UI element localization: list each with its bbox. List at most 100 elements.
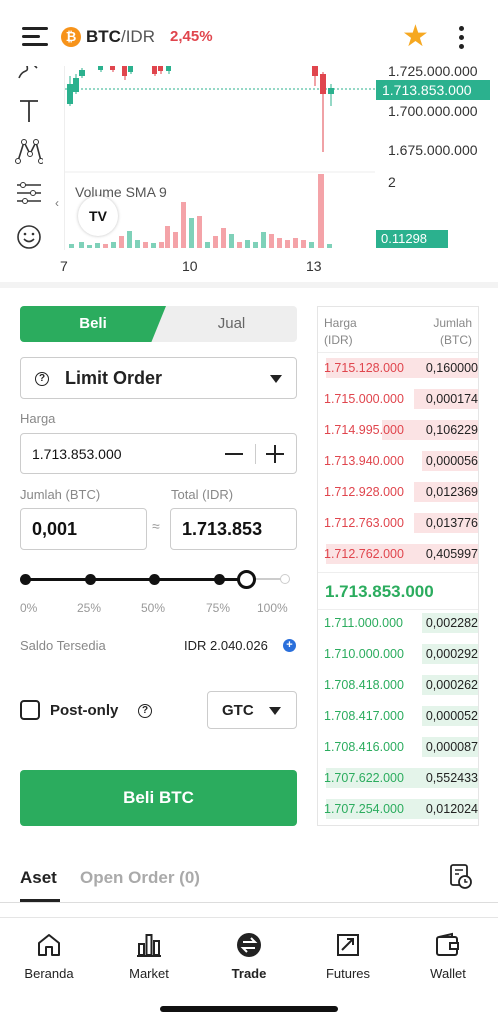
pattern-icon[interactable] <box>8 138 50 172</box>
tab-assets[interactable]: Aset <box>20 868 57 888</box>
slider-stop-25[interactable] <box>85 574 96 585</box>
ask-row[interactable]: 1.714.995.000 0,106229 <box>318 420 478 440</box>
nav-trade[interactable]: Trade <box>209 932 289 981</box>
ask-row[interactable]: 1.712.762.000 0,405997 <box>318 544 478 564</box>
ask-price: 1.715.000.000 <box>324 392 404 406</box>
bid-price: 1.707.622.000 <box>324 771 404 785</box>
nav-label: Beranda <box>24 966 74 981</box>
order-type-value: Limit Order <box>65 368 163 388</box>
slider-stop-75[interactable] <box>214 574 225 585</box>
amount-value: 0,001 <box>32 519 78 539</box>
brush-icon[interactable] <box>8 66 50 92</box>
bid-amount: 0,012024 <box>425 802 478 816</box>
tab-buy[interactable]: Beli <box>20 306 166 342</box>
add-funds-icon[interactable]: + <box>283 639 296 652</box>
order-history-icon[interactable] <box>450 864 472 890</box>
nav-market[interactable]: Market <box>109 932 189 981</box>
tabs-divider <box>0 902 498 903</box>
ask-row[interactable]: 1.712.928.000 0,012369 <box>318 482 478 502</box>
nav-beranda[interactable]: Beranda <box>9 932 89 981</box>
bid-amount: 0,000292 <box>425 647 478 661</box>
collapse-toolbar-icon[interactable]: ‹ <box>55 196 59 210</box>
ask-amount: 0,160000 <box>425 361 478 375</box>
ask-amount: 0,000056 <box>425 454 478 468</box>
nav-label: Wallet <box>430 966 466 981</box>
plus-icon-stem[interactable] <box>274 445 276 463</box>
price-label: Harga <box>20 411 56 426</box>
order-book-header: Harga (IDR) Jumlah (BTC) <box>318 307 478 353</box>
nav-wallet[interactable]: Wallet <box>408 932 488 981</box>
ob-amount-header-unit: (BTC) <box>440 333 472 347</box>
indicator-settings-icon[interactable] <box>8 180 50 214</box>
ask-row[interactable]: 1.712.763.000 0,013776 <box>318 513 478 533</box>
star-icon[interactable]: ★ <box>402 22 429 52</box>
pct-label-25: 25% <box>77 601 102 615</box>
nav-label: Trade <box>231 966 267 981</box>
bid-row[interactable]: 1.711.000.000 0,002282 <box>318 613 478 633</box>
ob-mid-price[interactable]: 1.713.853.000 <box>318 572 478 610</box>
nav-futures[interactable]: Futures <box>308 932 388 981</box>
x-label-2: 10 <box>182 258 198 274</box>
price-label-2: 1.700.000.000 <box>388 103 478 119</box>
ask-row[interactable]: 1.715.000.000 0,000174 <box>318 389 478 409</box>
price-input[interactable]: 1.713.853.000 <box>20 433 297 474</box>
x-label-1: 7 <box>60 258 68 274</box>
bid-row[interactable]: 1.708.416.000 0,000087 <box>318 737 478 757</box>
amount-label: Jumlah (BTC) <box>20 487 101 502</box>
slider-thumb[interactable] <box>237 570 256 589</box>
wallet-icon <box>436 932 459 956</box>
ask-row[interactable]: 1.713.940.000 0,000056 <box>318 451 478 471</box>
home-indicator <box>160 1006 338 1012</box>
minus-icon[interactable] <box>225 453 243 455</box>
tab-sell[interactable]: Jual <box>166 306 297 342</box>
bid-price: 1.708.416.000 <box>324 740 404 754</box>
nav-label: Market <box>129 966 169 981</box>
time-in-force-select[interactable]: GTC <box>207 691 297 729</box>
price-chart[interactable]: ‹ Volume SMA 9 TV 1.725.000.000 1.713.85… <box>0 66 498 280</box>
bid-row[interactable]: 1.708.418.000 0,000262 <box>318 675 478 695</box>
bid-price: 1.710.000.000 <box>324 647 404 661</box>
amount-input[interactable]: 0,001 <box>20 508 147 550</box>
more-vertical-icon[interactable] <box>452 24 472 50</box>
app-header: ₿ BTC/IDR 2,45% ★ <box>0 0 498 72</box>
bid-amount: 0,000052 <box>425 709 478 723</box>
price-value: 1.713.853.000 <box>32 446 122 462</box>
candles <box>67 66 334 152</box>
help-icon[interactable]: ? <box>35 372 49 386</box>
post-only-checkbox[interactable] <box>20 700 40 720</box>
tradingview-logo[interactable]: TV <box>78 196 118 236</box>
bid-row[interactable]: 1.708.417.000 0,000052 <box>318 706 478 726</box>
pct-label-50: 50% <box>141 601 166 615</box>
ob-amount-header: Jumlah (BTC) <box>433 315 472 349</box>
buy-button[interactable]: Beli BTC <box>20 770 297 826</box>
ask-amount: 0,013776 <box>425 516 478 530</box>
help-icon[interactable]: ? <box>138 704 152 718</box>
tab-open-orders[interactable]: Open Order (0) <box>80 868 200 888</box>
bid-price: 1.708.417.000 <box>324 709 404 723</box>
total-label: Total (IDR) <box>171 487 234 502</box>
x-label-3: 13 <box>306 258 322 274</box>
ask-row[interactable]: 1.715.128.000 0,160000 <box>318 358 478 378</box>
pct-label-75: 75% <box>206 601 231 615</box>
bid-price: 1.707.254.000 <box>324 802 404 816</box>
pair-quote: IDR <box>125 27 155 46</box>
bid-price: 1.708.418.000 <box>324 678 404 692</box>
menu-icon[interactable] <box>22 26 48 48</box>
bid-row[interactable]: 1.707.254.000 0,012024 <box>318 799 478 819</box>
bid-amount: 0,000262 <box>425 678 478 692</box>
trading-pair-selector[interactable]: BTC/IDR <box>86 27 155 47</box>
post-only-label[interactable]: Post-only <box>50 702 118 719</box>
slider-stop-50[interactable] <box>149 574 160 585</box>
slider-stop-100[interactable] <box>280 574 290 584</box>
emoji-icon[interactable] <box>8 224 50 258</box>
total-input[interactable]: 1.713.853 <box>170 508 297 550</box>
ask-price: 1.712.928.000 <box>324 485 404 499</box>
text-icon[interactable] <box>8 98 50 132</box>
time-in-force-value: GTC <box>222 702 254 719</box>
price-label-1: 1.725.000.000 <box>388 66 478 79</box>
slider-stop-0[interactable] <box>20 574 31 585</box>
trade-icon <box>237 933 261 957</box>
order-type-select[interactable]: ? Limit Order <box>20 357 297 399</box>
bid-row[interactable]: 1.707.622.000 0,552433 <box>318 768 478 788</box>
bid-row[interactable]: 1.710.000.000 0,000292 <box>318 644 478 664</box>
